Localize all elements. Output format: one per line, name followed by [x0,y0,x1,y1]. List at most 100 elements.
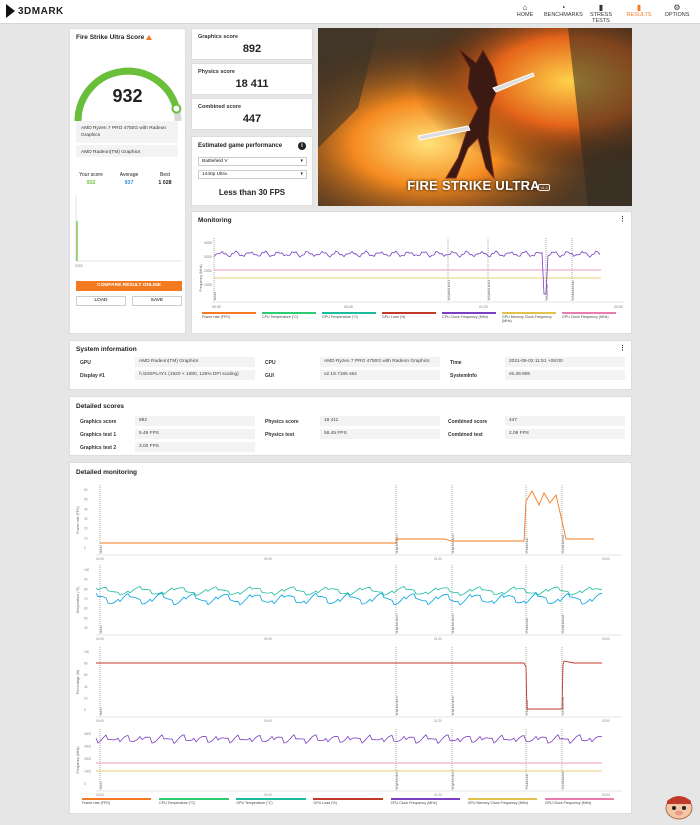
legend-item[interactable]: GPU Clock Frequency (MHz) [562,312,622,323]
legend-item[interactable]: CPU Clock Frequency (MHz) [390,798,468,805]
physics-score-label: Physics score [265,419,299,425]
legend-item[interactable]: CPU Clock Frequency (MHz) [442,312,502,323]
cpu-value: AMD Ryzen 7 PRO 4750G with Radeon Graphi… [320,357,440,367]
legend-item[interactable]: Frame rate (FPS) [202,312,262,323]
legend-item[interactable]: GPU Memory Clock Frequency (MHz) [502,312,562,323]
system-info-menu-icon[interactable]: ⋮ [619,344,626,352]
graphics-test1-value: 5.49 FPS [135,429,255,439]
legend-item[interactable]: GPU Temperature (°C) [322,312,382,323]
detail-y-tick: 2000 [84,757,91,761]
combined-score-value: 447 [242,113,262,125]
monitoring-title: Monitoring [198,217,232,224]
preset-select-value: 1440p Ultra [202,172,227,177]
nav-stress-tests[interactable]: ▮ STRESS TESTS [582,0,620,24]
legend-label: GPU Temperature (°C) [322,315,359,319]
nav-home-label: HOME [516,12,534,18]
frame-rate-line [100,490,594,544]
nav-options[interactable]: ⚙ OPTIONS [658,0,696,24]
detail-y-tick: 40 [84,626,88,630]
combined-score-box: Combined score 447 [191,98,313,130]
app-logo[interactable]: 3DMARK [6,4,64,18]
monitoring-menu-icon[interactable]: ⋮ [619,215,626,223]
detailed-monitoring-charts: Frame rate (FPS)6050403020100 Demo Graphic… [76,485,622,797]
detail-x-tick: 01:20 [434,719,442,723]
gauge-icon: ◔ [560,3,566,12]
detail-marker-label: Graphics test 1 [395,770,399,789]
time-value: 2021-06-02 11:51 +08:00 [505,357,625,367]
logo-text: 3DMARK [18,5,64,17]
chevron-down-icon: ▾ [300,158,303,164]
legend-label: GPU Clock Frequency (MHz) [544,801,592,805]
detail-x-tick: 01:20 [434,793,442,797]
home-icon: ⌂ [522,3,528,12]
logo-mark-icon [6,4,15,18]
benchmark-hero-image: FIRE STRIKE ULTRA v1.1 [318,28,632,206]
legend-swatch [502,312,556,314]
results-icon: ▮ [636,3,642,12]
legend-swatch [467,798,538,800]
nav-options-label: OPTIONS [664,12,690,18]
compare-online-button[interactable]: COMPARE RESULT ONLINE [76,281,182,291]
top-bar: 3DMARK ⌂ HOME ◔ BENCHMARKS ▮ STRESS TEST… [0,0,700,24]
nav-benchmarks[interactable]: ◔ BENCHMARKS [544,0,583,24]
monitoring-card: Monitoring ⋮ Frequency (MHz) 4000 3000 2… [191,211,632,334]
warning-icon[interactable] [146,34,153,40]
detailed-monitoring-card: Detailed monitoring Frame rate (FPS) 60 50… [69,462,632,814]
info-icon[interactable]: i [298,142,306,150]
gpu-label: GPU [80,360,91,366]
detailed-monitoring-legend: Frame rate (FPS) CPU Temperature (°C) GP… [82,798,622,805]
detail-x-tick: 00:00 [96,637,104,641]
cpu-label: CPU [265,360,276,366]
detail-x-tick: 00:40 [264,719,272,723]
physics-test-label: Physics test [265,432,295,438]
detail-x-tick: 00:00 [96,793,104,797]
detail-y-tick: 40 [84,685,88,689]
detail-y-tick: 20 [84,527,88,531]
legend-item[interactable]: GPU Memory Clock Frequency (MHz) [467,798,545,805]
average-value: 937 [124,180,134,186]
legend-item[interactable]: CPU Temperature (°C) [262,312,322,323]
detail-y-tick: 60 [84,607,88,611]
detail-marker-label: Graphics test 2 [451,696,455,715]
detail-y-tick: 30 [84,517,88,521]
detail-marker-label: Combined test [561,771,565,789]
load-button[interactable]: LOAD [76,296,126,306]
graphics-score-box: Graphics score 892 [191,28,313,60]
gui-value: v2.18.7185 s64 [320,370,440,380]
detailed-monitoring-title: Detailed monitoring [76,469,138,476]
legend-item[interactable]: GPU Load (%) [382,312,442,323]
display-value: \\.\DISPLAY1 (1920 × 1080, 125% DPI scal… [135,370,255,380]
preset-select[interactable]: 1440p Ultra ▾ [198,170,307,179]
combined-score-value: 447 [505,416,625,426]
game-perf-title: Estimated game performance [198,143,283,149]
legend-item[interactable]: GPU Clock Frequency (MHz) [544,798,622,805]
legend-item[interactable]: CPU Temperature (°C) [159,798,236,805]
detail-marker-label: Demo [99,781,103,789]
legend-item[interactable]: Frame rate (FPS) [82,798,159,805]
physics-score-box: Physics score 18 411 [191,63,313,95]
nav-results[interactable]: ▮ RESULTS [620,0,658,24]
graphics-score-value: 892 [135,416,255,426]
legend-swatch [544,798,615,800]
detail-x-tick: 00:40 [264,637,272,641]
detail-y-label: Percentage (%) [76,670,80,694]
detail-y-tick: 60 [84,673,88,677]
game-select[interactable]: Battlefield V ▾ [198,157,307,166]
nav-stress-tests-label: STRESS TESTS [589,12,612,24]
combined-test-value: 2.08 FPS [505,429,625,439]
detail-marker-label: Physics test [525,538,529,553]
time-label: Time [450,360,462,366]
nav-home[interactable]: ⌂ HOME [506,0,544,24]
legend-label: GPU Load (%) [382,315,406,319]
save-button[interactable]: SAVE [132,296,182,306]
legend-label: CPU Temperature (°C) [159,801,196,805]
game-performance-card: Estimated game performance i Battlefield… [191,136,313,206]
sysinfo-value: v5.39.906 [505,370,625,380]
bar-chart-icon: ▮ [598,3,604,12]
detail-y-tick: 80 [84,662,88,666]
legend-label: GPU Clock Frequency (MHz) [562,315,609,319]
legend-item[interactable]: GPU Temperature (°C) [236,798,313,805]
detail-y-tick: 10 [84,536,88,540]
best-value: 1 028 [158,180,172,186]
legend-item[interactable]: GPU Load (%) [313,798,390,805]
